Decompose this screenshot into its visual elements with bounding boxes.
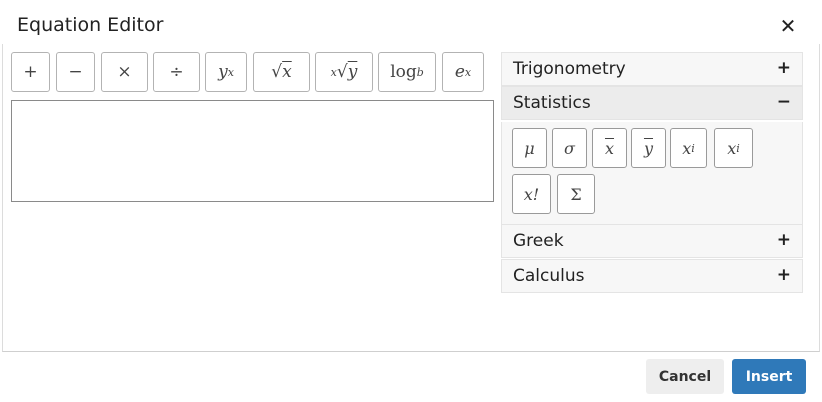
expand-icon: + bbox=[776, 58, 791, 78]
power-exponent: x bbox=[227, 65, 234, 79]
cancel-button[interactable]: Cancel bbox=[646, 359, 724, 394]
x-glyph: x bbox=[682, 138, 692, 158]
mu-glyph: μ bbox=[524, 138, 535, 158]
radical-icon: √ bbox=[271, 62, 283, 82]
factorial-glyph: x! bbox=[523, 184, 540, 204]
x-subscript-i-button[interactable]: xi bbox=[714, 128, 753, 168]
exponential-button[interactable]: ex bbox=[442, 52, 484, 92]
times-glyph: × bbox=[117, 62, 132, 82]
power-base: y bbox=[218, 62, 228, 82]
expand-icon: + bbox=[776, 230, 791, 250]
sigma-glyph: σ bbox=[564, 138, 575, 158]
times-button[interactable]: × bbox=[101, 52, 148, 92]
section-calculus[interactable]: Calculus + bbox=[501, 259, 803, 293]
section-label: Greek bbox=[513, 231, 564, 251]
x-bar-glyph: x bbox=[604, 138, 615, 158]
plus-button[interactable]: + bbox=[11, 52, 50, 92]
i-subscript: i bbox=[736, 141, 740, 155]
power-button[interactable]: yx bbox=[205, 52, 247, 92]
expand-icon: + bbox=[776, 265, 791, 285]
nth-root-button[interactable]: x √ y bbox=[315, 52, 373, 92]
section-statistics[interactable]: Statistics − bbox=[501, 86, 803, 120]
y-bar-button[interactable]: y bbox=[631, 128, 666, 168]
close-icon[interactable]: ✕ bbox=[777, 14, 799, 38]
section-label: Statistics bbox=[513, 93, 591, 113]
sqrt-argument: x bbox=[282, 62, 292, 82]
section-label: Trigonometry bbox=[513, 59, 626, 79]
dialog-title: Equation Editor bbox=[17, 14, 164, 36]
exp-base: e bbox=[454, 62, 465, 82]
statistics-symbols: μ σ x y xi xi x! Σ bbox=[501, 122, 803, 224]
divide-button[interactable]: ÷ bbox=[153, 52, 200, 92]
summation-icon: Σ bbox=[570, 184, 582, 204]
log-button[interactable]: log b bbox=[378, 52, 436, 92]
square-root-button[interactable]: √ x bbox=[253, 52, 310, 92]
equation-input[interactable] bbox=[11, 100, 494, 202]
exp-exponent: x bbox=[464, 65, 472, 79]
log-base: b bbox=[416, 65, 424, 79]
i-superscript: i bbox=[691, 141, 695, 155]
section-greek[interactable]: Greek + bbox=[501, 224, 803, 258]
x-bar-button[interactable]: x bbox=[592, 128, 627, 168]
divide-glyph: ÷ bbox=[169, 62, 184, 82]
mu-button[interactable]: μ bbox=[512, 128, 547, 168]
radical-icon: √ bbox=[336, 62, 348, 82]
plus-glyph: + bbox=[23, 62, 38, 82]
minus-button[interactable]: − bbox=[56, 52, 95, 92]
summation-button[interactable]: Σ bbox=[557, 174, 595, 214]
y-bar-glyph: y bbox=[643, 138, 654, 158]
root-argument: y bbox=[347, 62, 358, 82]
x-superscript-i-button[interactable]: xi bbox=[670, 128, 707, 168]
section-label: Calculus bbox=[513, 266, 585, 286]
collapse-icon: − bbox=[776, 92, 791, 112]
section-trigonometry[interactable]: Trigonometry + bbox=[501, 52, 803, 86]
minus-glyph: − bbox=[68, 62, 83, 82]
log-text: log bbox=[390, 62, 417, 82]
sigma-button[interactable]: σ bbox=[552, 128, 587, 168]
equation-editor-dialog: Equation Editor ✕ + − × ÷ yx √ x x √ y log b… bbox=[0, 0, 822, 402]
factorial-button[interactable]: x! bbox=[512, 174, 551, 214]
insert-button[interactable]: Insert bbox=[732, 359, 806, 394]
x-glyph: x bbox=[727, 138, 737, 158]
